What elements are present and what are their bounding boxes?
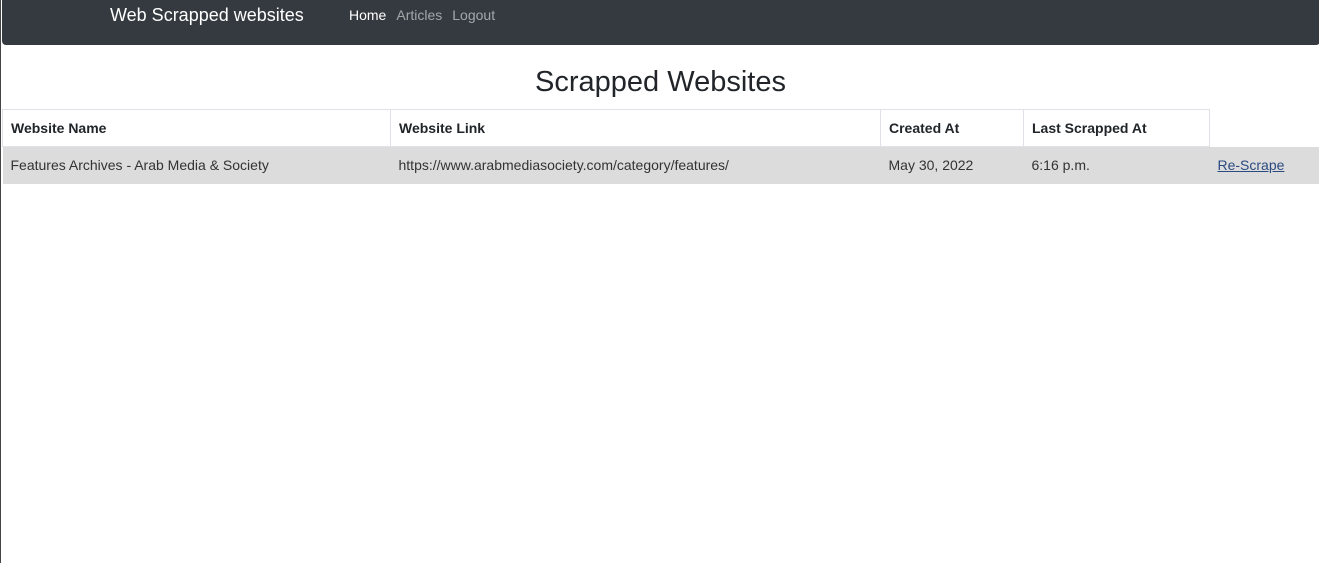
table-body: Features Archives - Arab Media & Society… [2, 146, 1319, 184]
cell-website-name: Features Archives - Arab Media & Society [2, 146, 391, 184]
nav-link-home[interactable]: Home [349, 7, 386, 23]
page: Web Scrapped websites Home Articles Logo… [0, 0, 1319, 563]
cell-last-scrapped-at: 6:16 p.m. [1023, 146, 1210, 184]
cell-actions: Re-Scrape [1209, 146, 1319, 184]
nav-links: Home Articles Logout [349, 7, 495, 23]
page-title: Scrapped Websites [535, 66, 786, 98]
table-header: Website Name Website Link Created At Las… [2, 109, 1319, 147]
header-last-scrapped-at: Last Scrapped At [1023, 109, 1210, 147]
table-row: Features Archives - Arab Media & Society… [2, 146, 1319, 184]
nav-link-logout[interactable]: Logout [452, 7, 495, 23]
nav-link-articles[interactable]: Articles [396, 7, 442, 23]
websites-table: Website Name Website Link Created At Las… [2, 109, 1319, 184]
table-header-row: Website Name Website Link Created At Las… [2, 109, 1319, 147]
cell-website-link: https://www.arabmediasociety.com/categor… [390, 146, 881, 184]
navbar: Web Scrapped websites Home Articles Logo… [2, 0, 1319, 45]
navbar-brand[interactable]: Web Scrapped websites [110, 5, 304, 25]
header-actions [1210, 110, 1319, 147]
header-created-at: Created At [880, 109, 1024, 147]
header-website-link: Website Link [390, 109, 881, 147]
cell-created-at: May 30, 2022 [880, 146, 1024, 184]
rescrape-link[interactable]: Re-Scrape [1218, 157, 1285, 173]
header-website-name: Website Name [2, 109, 391, 147]
